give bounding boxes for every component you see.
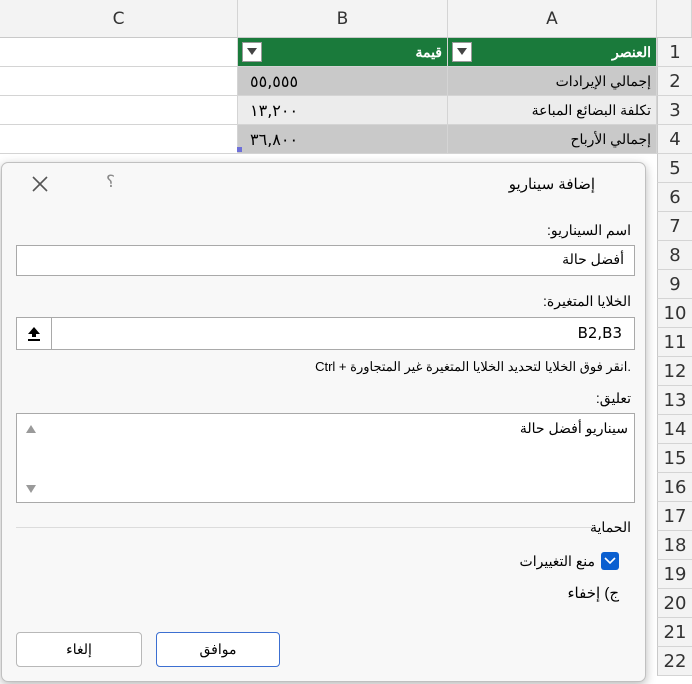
cell-c2[interactable]: [0, 67, 238, 96]
ctrl-hint-text: Ctrl + انقر فوق الخلايا لتحديد الخلايا ا…: [315, 359, 631, 374]
cell-b1[interactable]: قيمة: [238, 38, 448, 67]
row-header-19[interactable]: 19: [657, 560, 692, 589]
cell-b3[interactable]: ١٣,٢٠٠: [238, 96, 448, 125]
column-label: C: [112, 8, 125, 29]
scroll-up-icon[interactable]: [25, 424, 37, 434]
dialog-title: إضافة سيناريو: [508, 176, 595, 193]
cell-value: تكلفة البضائع المباعة: [531, 101, 651, 118]
cell-b4[interactable]: ٣٦,٨٠٠: [238, 125, 448, 154]
row-header-14[interactable]: 14: [657, 415, 692, 444]
row-header-13[interactable]: 13: [657, 386, 692, 415]
chevron-down-icon: [457, 48, 467, 55]
cell-c3[interactable]: [0, 96, 238, 125]
row-header-4[interactable]: 4: [657, 125, 692, 154]
cancel-button[interactable]: إلغاء: [16, 632, 142, 667]
row-header-10[interactable]: 10: [657, 299, 692, 328]
column-header-b[interactable]: B: [238, 0, 448, 38]
cell-a4[interactable]: إجمالي الأرباح: [448, 125, 657, 154]
row-header-17[interactable]: 17: [657, 502, 692, 531]
row-header-16[interactable]: 16: [657, 473, 692, 502]
header-item-label: العنصر: [612, 43, 651, 60]
header-value-label: قيمة: [415, 43, 442, 60]
changing-cells-field[interactable]: B2,B3: [16, 317, 635, 350]
cell-value: إجمالي الأرباح: [570, 130, 651, 147]
select-all-corner[interactable]: [657, 0, 692, 38]
hide-option[interactable]: ج) إخفاء: [568, 584, 620, 602]
row-header-22[interactable]: 22: [657, 647, 692, 676]
cell-value: ٣٦,٨٠٠: [250, 129, 299, 149]
comment-value: سيناريو أفضل حالة: [519, 420, 628, 436]
row-header-1[interactable]: 1: [657, 38, 692, 67]
scroll-down-icon[interactable]: [25, 484, 37, 494]
scenario-name-input[interactable]: أفضل حالة: [16, 245, 635, 276]
prevent-changes-option[interactable]: منع التغييرات: [520, 552, 619, 570]
changing-cells-label: الخلايا المتغيرة:: [543, 293, 631, 309]
row-header-9[interactable]: 9: [657, 270, 692, 299]
help-icon[interactable]: ؟: [106, 172, 115, 192]
chevron-down-icon: [247, 48, 257, 55]
row-header-12[interactable]: 12: [657, 357, 692, 386]
close-icon[interactable]: [30, 174, 50, 194]
cell-a3[interactable]: تكلفة البضائع المباعة: [448, 96, 657, 125]
row-header-2[interactable]: 2: [657, 67, 692, 96]
prevent-changes-label: منع التغييرات: [519, 552, 595, 569]
column-header-c[interactable]: C: [0, 0, 238, 38]
row-header-8[interactable]: 8: [657, 241, 692, 270]
cell-value: ٥٥,٥٥٥: [250, 71, 299, 91]
filter-dropdown-b[interactable]: [242, 42, 262, 62]
arrow-up-icon: [28, 326, 40, 341]
cell-a2[interactable]: إجمالي الإيرادات: [448, 67, 657, 96]
row-header-11[interactable]: 11: [657, 328, 692, 357]
prevent-changes-checkbox[interactable]: [601, 552, 619, 570]
scenario-name-label: اسم السيناريو:: [547, 222, 631, 238]
row-header-6[interactable]: 6: [657, 183, 692, 212]
cell-a1[interactable]: العنصر: [448, 38, 657, 67]
filter-dropdown-a[interactable]: [452, 42, 472, 62]
protection-label: الحماية: [590, 519, 631, 535]
add-scenario-dialog: إضافة سيناريو ؟ اسم السيناريو: أفضل حالة…: [1, 162, 646, 682]
row-header-15[interactable]: 15: [657, 444, 692, 473]
comment-label: تعليق:: [595, 390, 631, 406]
column-label: A: [546, 8, 558, 29]
column-label: B: [336, 8, 349, 29]
ok-button[interactable]: موافق: [156, 632, 280, 667]
cell-c1[interactable]: [0, 38, 238, 67]
column-header-a[interactable]: A: [448, 0, 657, 38]
section-divider: [16, 527, 596, 528]
row-header-18[interactable]: 18: [657, 531, 692, 560]
row-header-20[interactable]: 20: [657, 589, 692, 618]
table-resize-handle[interactable]: [237, 147, 242, 152]
cell-c4[interactable]: [0, 125, 238, 154]
row-header-5[interactable]: 5: [657, 154, 692, 183]
cell-value: ١٣,٢٠٠: [250, 100, 299, 120]
comment-textarea[interactable]: سيناريو أفضل حالة: [16, 413, 635, 503]
cell-b2[interactable]: ٥٥,٥٥٥: [238, 67, 448, 96]
changing-cells-value: B2,B3: [577, 324, 622, 342]
row-header-21[interactable]: 21: [657, 618, 692, 647]
chevron-down-icon: [604, 557, 616, 565]
collapse-dialog-button[interactable]: [17, 318, 52, 349]
cell-value: إجمالي الإيرادات: [555, 72, 651, 89]
row-header-7[interactable]: 7: [657, 212, 692, 241]
row-header-3[interactable]: 3: [657, 96, 692, 125]
